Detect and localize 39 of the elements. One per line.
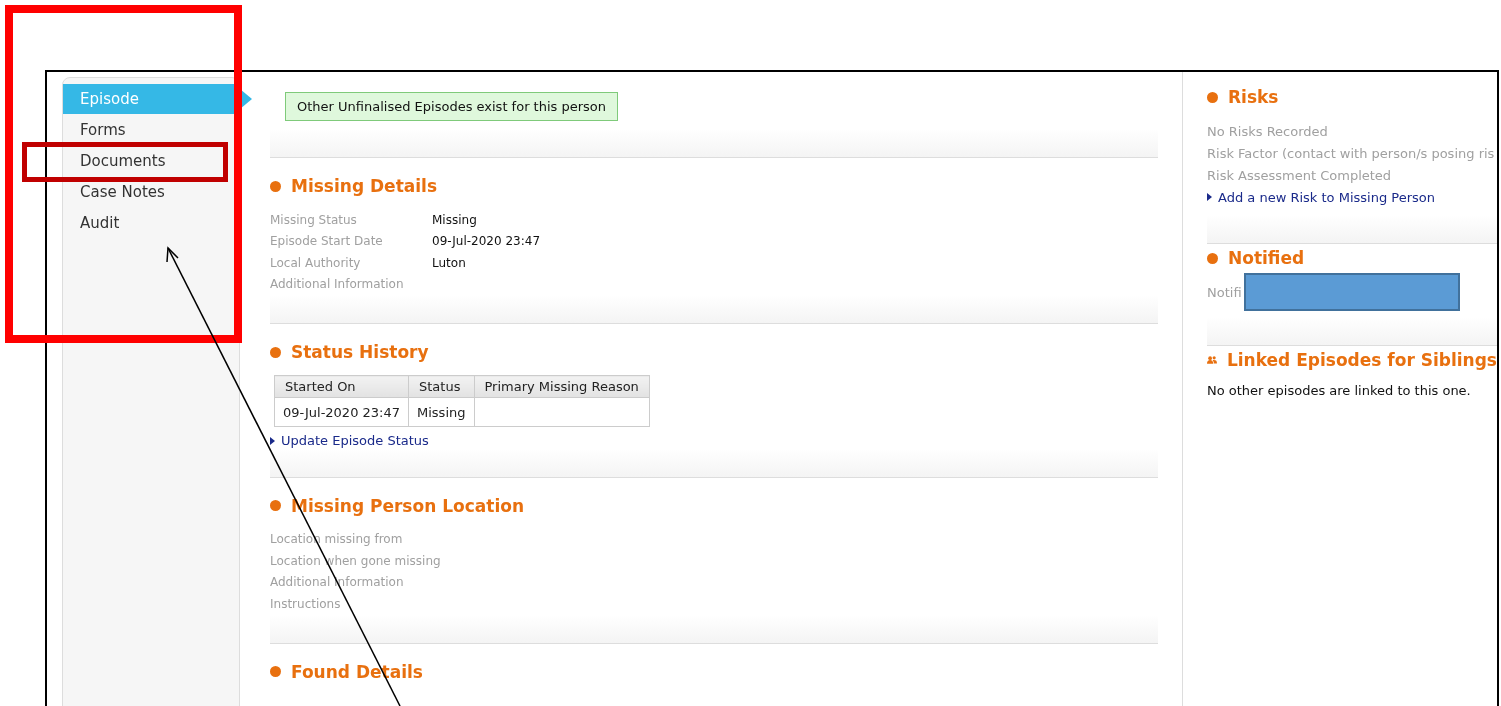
field-label: Instructions — [270, 595, 342, 612]
field-label: Episode Start Date — [270, 233, 384, 250]
bullet-icon — [270, 666, 281, 677]
column-header: Status — [408, 375, 474, 398]
field-value: 09-Jul-2020 23:47 — [432, 234, 540, 249]
triangle-icon — [270, 436, 275, 445]
sidebar-item[interactable]: Forms — [63, 120, 239, 140]
table-cell: Missing — [408, 397, 474, 427]
info-text: No other episodes are linked to this one. — [1207, 383, 1472, 398]
section-title: Linked Episodes for Siblings — [1226, 350, 1497, 370]
people-icon — [1207, 353, 1217, 367]
bullet-icon — [270, 180, 281, 192]
notice-banner: Other Unfinalised Episodes exist for this person — [285, 92, 619, 121]
info-line: Notifi — [1207, 284, 1242, 300]
section-title: Risks — [1228, 87, 1279, 107]
section-title: Status History — [291, 342, 429, 362]
field-label: Missing Status — [270, 211, 358, 228]
field-value: Missing — [432, 212, 477, 227]
column-header: Started On — [274, 375, 409, 398]
sidebar-item[interactable]: Audit — [63, 213, 239, 233]
update-status-link[interactable]: Update Episode Status — [270, 433, 429, 448]
add-risk-link[interactable]: Add a new Risk to Missing Person — [1207, 189, 1435, 205]
bullet-icon — [1207, 252, 1218, 264]
triangle-icon — [1207, 193, 1212, 201]
info-line: No Risks Recorded — [1207, 123, 1328, 139]
bullet-icon — [270, 346, 281, 358]
bullet-icon — [270, 500, 281, 511]
table-cell: 09-Jul-2020 23:47 — [274, 397, 409, 427]
field-label: Local Authority — [270, 254, 362, 271]
field-label: Additional Information — [270, 276, 405, 293]
bullet-icon — [1207, 91, 1218, 103]
column-header: Primary Missing Reason — [474, 375, 650, 398]
sidebar-item[interactable]: Documents — [63, 151, 239, 171]
field-value: Luton — [432, 255, 466, 270]
info-line: Risk Assessment Completed — [1207, 167, 1392, 183]
section-title: Notified — [1228, 248, 1305, 268]
info-line: Risk Factor (contact with person/s posing ris — [1207, 145, 1495, 161]
section-title: Missing Details — [291, 176, 437, 196]
sidebar-item[interactable]: Case Notes — [63, 182, 239, 202]
